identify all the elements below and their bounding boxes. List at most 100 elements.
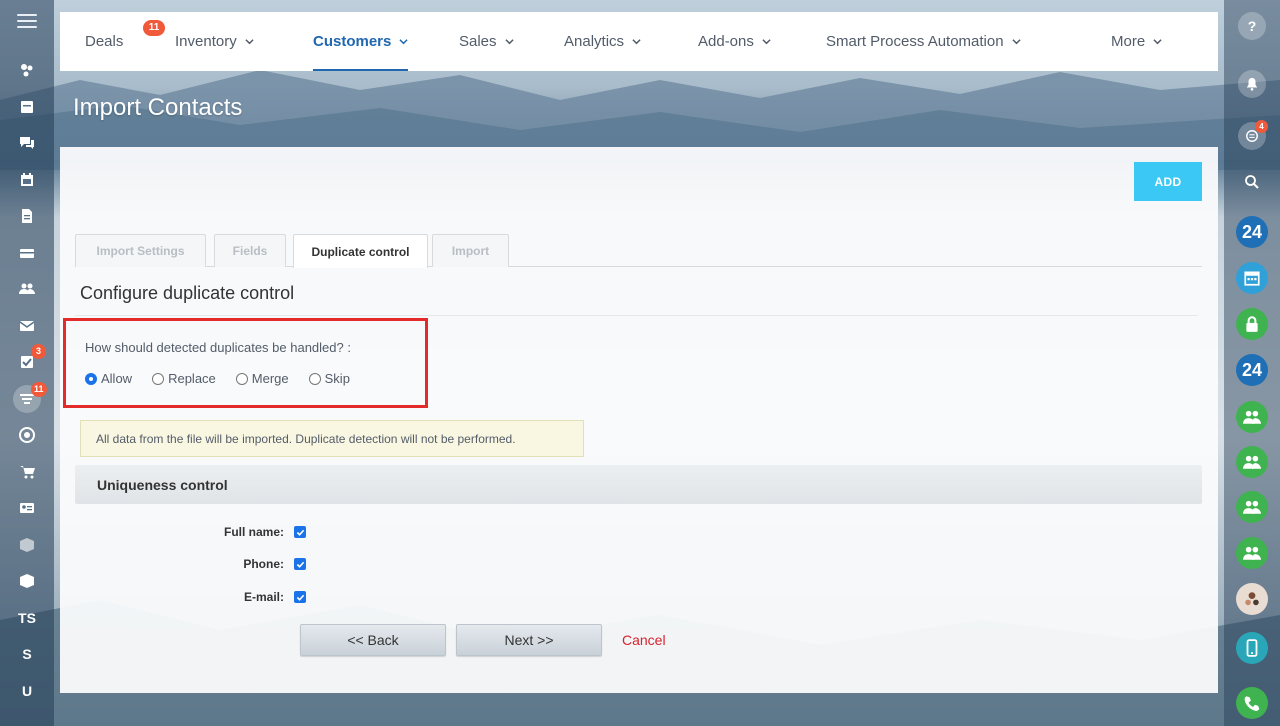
bitrix24-label: 24 [1241, 359, 1263, 380]
radio-skip-dot[interactable] [308, 372, 321, 385]
sidebar-item-feed[interactable] [0, 89, 54, 126]
radio-merge-label: Merge [251, 371, 289, 386]
chevron-down-icon [632, 39, 641, 45]
sidebar-item-mail[interactable] [0, 308, 54, 345]
sidebar-item-box-2[interactable] [0, 563, 54, 600]
check-row-full-name: Full name: [204, 525, 306, 539]
check-row-email: E-mail: [204, 590, 306, 604]
cancel-link[interactable]: Cancel [622, 632, 666, 648]
nav-deals-label: Deals [85, 33, 124, 50]
hamburger-menu-icon[interactable] [17, 14, 37, 30]
group-icon [1243, 546, 1261, 560]
radio-replace-dot[interactable] [152, 372, 165, 385]
deals-badge: 11 [143, 20, 165, 36]
duplicate-options: Allow Replace Merge Skip [85, 371, 370, 386]
nav-deals[interactable]: Deals 11 [85, 12, 165, 71]
import-panel: ADD Import Settings Fields Duplicate con… [60, 147, 1218, 693]
nav-analytics[interactable]: Analytics [564, 12, 641, 71]
calendar-chat-button[interactable] [1236, 262, 1268, 294]
check-row-phone: Phone: [204, 557, 306, 571]
email-label: E-mail: [243, 590, 284, 604]
sidebar-item-crm[interactable]: 11 [0, 381, 54, 418]
sidebar-item-shop[interactable] [0, 454, 54, 491]
full-name-label: Full name: [223, 525, 284, 539]
right-sidebar: ? 4 24 24 [1224, 0, 1280, 726]
tab-import[interactable]: Import [432, 234, 509, 267]
sidebar-item-chat[interactable] [0, 125, 54, 162]
duplicate-question: How should detected duplicates be handle… [85, 340, 351, 355]
mail-icon [19, 320, 35, 331]
sidebar-item-stream[interactable] [0, 52, 54, 89]
back-button[interactable]: << Back [300, 624, 446, 656]
import-tabs: Import Settings Fields Duplicate control… [75, 234, 1202, 268]
mobile-app-button[interactable] [1236, 632, 1268, 664]
box-icon [20, 574, 34, 589]
sidebar-item-contacts-card[interactable] [0, 490, 54, 527]
highlight-box [63, 318, 428, 408]
add-button[interactable]: ADD [1134, 162, 1202, 201]
chevron-down-icon [504, 39, 514, 45]
sidebar-item-tasks[interactable]: 3 [0, 344, 54, 381]
notifications-button[interactable] [1238, 70, 1266, 98]
target-icon [19, 427, 35, 444]
next-button[interactable]: Next >> [456, 624, 602, 656]
chevron-down-icon [762, 39, 771, 45]
page-title: Import Contacts [73, 94, 243, 121]
nav-smart-process-automation[interactable]: Smart Process Automation [826, 12, 1021, 71]
nav-customers[interactable]: Customers [313, 12, 409, 71]
help-button[interactable]: ? [1238, 12, 1266, 40]
group-chat-button-4[interactable] [1236, 537, 1268, 569]
sidebar-item-calendar[interactable] [0, 162, 54, 199]
search-button[interactable] [1238, 168, 1266, 196]
radio-replace[interactable]: Replace [152, 371, 216, 386]
group-chat-button-2[interactable] [1236, 446, 1268, 478]
sidebar-item-s[interactable]: S [0, 636, 54, 673]
nav-inventory[interactable]: Inventory [175, 12, 254, 71]
nav-sales[interactable]: Sales [459, 12, 514, 71]
nav-analytics-label: Analytics [564, 33, 625, 50]
search-icon [1245, 175, 1259, 189]
chevron-down-icon [399, 39, 408, 45]
tab-fields[interactable]: Fields [214, 234, 286, 267]
sidebar-item-employees[interactable] [0, 271, 54, 308]
calendar-icon [21, 172, 33, 186]
nav-more[interactable]: More [1111, 12, 1162, 71]
chevron-down-icon [1153, 39, 1162, 45]
nav-add-ons[interactable]: Add-ons [698, 12, 771, 71]
info-message: All data from the file will be imported.… [80, 420, 584, 457]
tab-duplicate-control[interactable]: Duplicate control [293, 234, 428, 268]
tasks-badge: 3 [31, 344, 46, 359]
sidebar-item-box-1[interactable] [0, 527, 54, 564]
messenger-badge: 4 [1255, 120, 1268, 133]
nav-add-ons-label: Add-ons [698, 33, 754, 50]
full-name-checkbox[interactable] [294, 526, 306, 538]
uniqueness-header: Uniqueness control [75, 465, 1202, 504]
radio-merge-dot[interactable] [235, 372, 248, 385]
top-navigation: Deals 11 Inventory Customers Sales Analy… [60, 12, 1218, 71]
email-checkbox[interactable] [294, 591, 306, 603]
group-icon [1243, 455, 1261, 469]
radio-allow[interactable]: Allow [85, 371, 132, 386]
sidebar-item-docs[interactable] [0, 198, 54, 235]
sidebar-item-marketing[interactable] [0, 417, 54, 454]
tab-import-settings[interactable]: Import Settings [75, 234, 206, 267]
radio-skip[interactable]: Skip [308, 371, 350, 386]
user-avatar-chat[interactable] [1236, 583, 1268, 615]
sidebar-item-ts[interactable]: TS [0, 600, 54, 637]
group-chat-button-3[interactable] [1236, 491, 1268, 523]
messenger-button[interactable]: 4 [1238, 120, 1268, 150]
phone-checkbox[interactable] [294, 558, 306, 570]
section-divider [75, 315, 1198, 316]
radio-allow-dot[interactable] [85, 372, 97, 385]
phone-call-button[interactable] [1236, 687, 1268, 719]
bitrix24-button-1[interactable]: 24 [1236, 216, 1268, 248]
bitrix24-label: 24 [1241, 221, 1263, 242]
bitrix24-button-2[interactable]: 24 [1236, 354, 1268, 386]
radio-merge[interactable]: Merge [235, 371, 289, 386]
sidebar-item-u[interactable]: U [0, 673, 54, 710]
sidebar-item-drive[interactable] [0, 235, 54, 272]
lock-chat-button[interactable] [1236, 308, 1268, 340]
group-chat-button-1[interactable] [1236, 401, 1268, 433]
nav-more-label: More [1111, 33, 1146, 50]
help-icon: ? [1247, 18, 1257, 34]
